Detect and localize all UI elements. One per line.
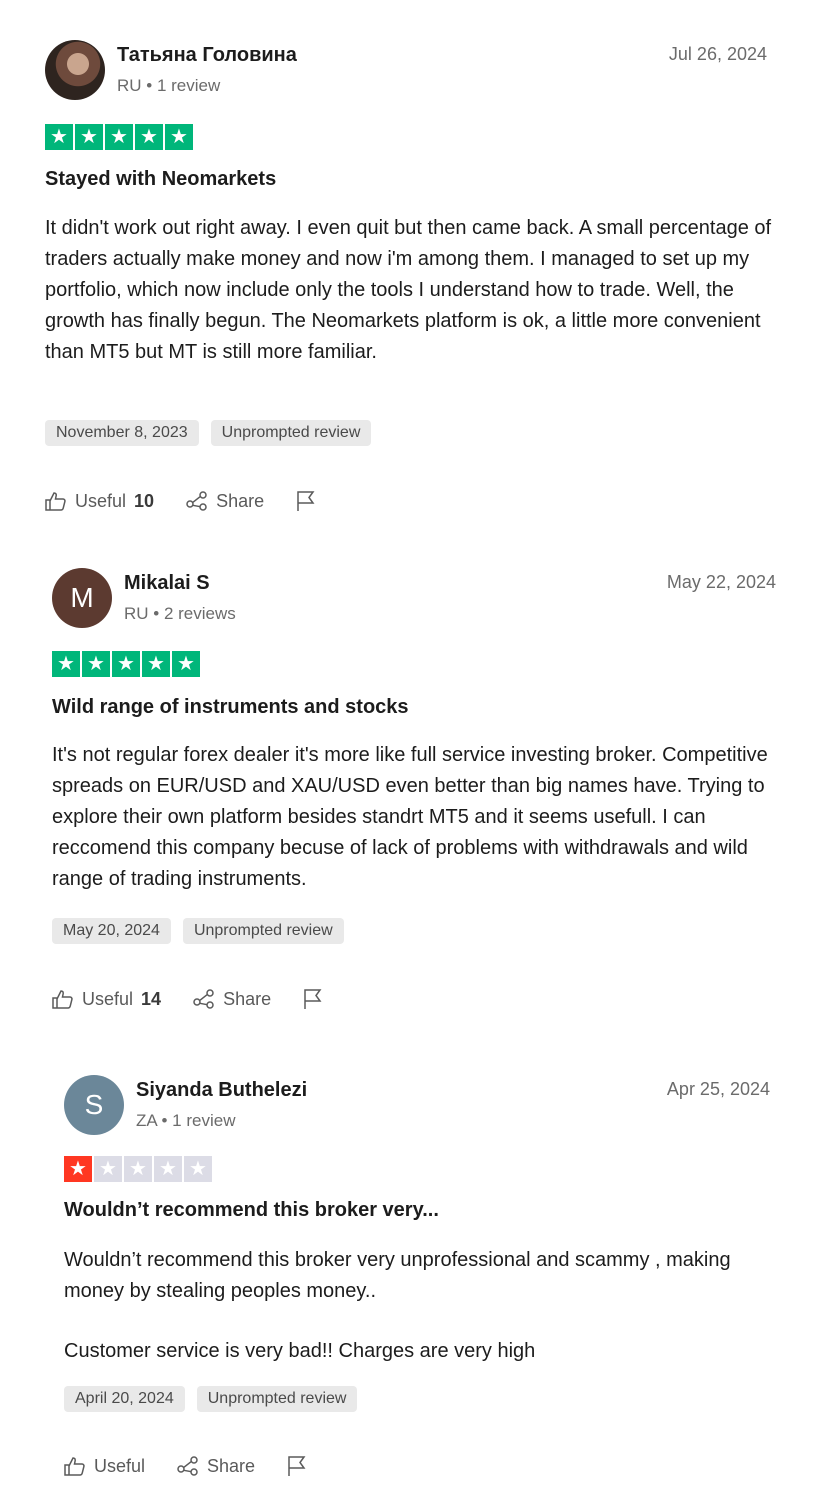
star-filled-icon: ★ (112, 651, 140, 677)
star-filled-icon: ★ (64, 1156, 92, 1182)
share-icon (193, 989, 214, 1009)
share-label: Share (207, 1455, 256, 1476)
useful-label: Useful (75, 490, 127, 511)
star-filled-icon: ★ (45, 124, 73, 150)
report-button[interactable] (296, 490, 316, 512)
star-rating: ★ ★ ★ ★ ★ (52, 651, 200, 677)
flag-icon (297, 491, 315, 511)
useful-count: 10 (134, 490, 155, 511)
review-body: Wouldn’t recommend this broker very unpr… (64, 1245, 764, 1367)
avatar-letter: M (70, 582, 94, 613)
experience-date-badge: April 20, 2024 (64, 1386, 185, 1412)
reviewer-meta: RU • 2 reviews (124, 604, 236, 623)
avatar[interactable]: M (52, 568, 112, 628)
review-tags: April 20, 2024 Unprompted review (64, 1386, 358, 1412)
unprompted-review-badge: Unprompted review (196, 1386, 358, 1412)
experience-date-badge: November 8, 2023 (45, 420, 199, 446)
star-filled-icon: ★ (135, 124, 163, 150)
thumbs-up-icon (45, 492, 66, 511)
share-label: Share (223, 988, 272, 1009)
star-empty-icon: ★ (94, 1156, 122, 1182)
review-card: M Mikalai S RU • 2 reviews May 22, 2024 … (52, 568, 776, 1028)
review-title[interactable]: Wild range of instruments and stocks (52, 696, 409, 719)
useful-button[interactable]: Useful 14 (52, 989, 161, 1010)
star-filled-icon: ★ (75, 124, 103, 150)
star-filled-icon: ★ (52, 651, 80, 677)
share-button[interactable]: Share (193, 989, 271, 1010)
review-paragraph: Wouldn’t recommend this broker very unpr… (64, 1249, 731, 1302)
star-filled-icon: ★ (105, 124, 133, 150)
share-icon (177, 1456, 198, 1476)
unprompted-review-badge: Unprompted review (182, 918, 344, 944)
review-date: Jul 26, 2024 (668, 44, 767, 64)
review-paragraph: It didn't work out right away. I even qu… (45, 217, 772, 363)
review-actions: Useful 10 Share (45, 490, 348, 512)
review-card: S Siyanda Buthelezi ZA • 1 review Apr 25… (64, 1075, 770, 1495)
avatar[interactable] (45, 40, 105, 100)
star-filled-icon: ★ (142, 651, 170, 677)
useful-button[interactable]: Useful (64, 1456, 145, 1477)
review-tags: May 20, 2024 Unprompted review (52, 918, 344, 944)
review-date: May 22, 2024 (666, 572, 776, 592)
useful-label: Useful (82, 988, 134, 1009)
thumbs-up-icon (52, 990, 73, 1009)
review-actions: Useful Share (64, 1455, 339, 1477)
avatar[interactable]: S (64, 1075, 124, 1135)
review-paragraph: It's not regular forex dealer it's more … (52, 744, 768, 890)
share-button[interactable]: Share (186, 491, 264, 512)
review-body: It's not regular forex dealer it's more … (52, 740, 776, 895)
share-button[interactable]: Share (177, 1456, 255, 1477)
review-date: Apr 25, 2024 (666, 1079, 770, 1099)
review-tags: November 8, 2023 Unprompted review (45, 420, 372, 446)
star-filled-icon: ★ (172, 651, 200, 677)
star-rating: ★ ★ ★ ★ ★ (64, 1156, 212, 1182)
report-button[interactable] (303, 988, 323, 1010)
useful-label: Useful (94, 1455, 146, 1476)
flag-icon (304, 989, 322, 1009)
reviewer-name[interactable]: Татьяна Головина (117, 44, 297, 67)
thumbs-up-icon (64, 1457, 85, 1476)
review-title[interactable]: Wouldn’t recommend this broker very... (64, 1199, 439, 1222)
unprompted-review-badge: Unprompted review (210, 420, 372, 446)
share-icon (186, 491, 207, 511)
reviewer-meta: RU • 1 review (117, 76, 221, 95)
reviewer-meta: ZA • 1 review (136, 1111, 236, 1130)
star-empty-icon: ★ (184, 1156, 212, 1182)
review-paragraph: Customer service is very bad!! Charges a… (64, 1340, 536, 1362)
star-filled-icon: ★ (82, 651, 110, 677)
share-label: Share (216, 490, 265, 511)
review-card: Татьяна Головина RU • 1 review Jul 26, 2… (45, 40, 771, 530)
useful-button[interactable]: Useful 10 (45, 491, 154, 512)
review-actions: Useful 14 Share (52, 988, 355, 1010)
star-empty-icon: ★ (154, 1156, 182, 1182)
report-button[interactable] (287, 1455, 307, 1477)
review-title[interactable]: Stayed with Neomarkets (45, 168, 276, 191)
star-rating: ★ ★ ★ ★ ★ (45, 124, 193, 150)
review-body: It didn't work out right away. I even qu… (45, 213, 775, 368)
star-filled-icon: ★ (165, 124, 193, 150)
avatar-letter: S (84, 1089, 104, 1120)
reviewer-name[interactable]: Siyanda Buthelezi (136, 1079, 307, 1102)
flag-icon (288, 1456, 306, 1476)
star-empty-icon: ★ (124, 1156, 152, 1182)
useful-count: 14 (141, 988, 162, 1009)
experience-date-badge: May 20, 2024 (52, 918, 171, 944)
reviewer-name[interactable]: Mikalai S (124, 572, 210, 595)
